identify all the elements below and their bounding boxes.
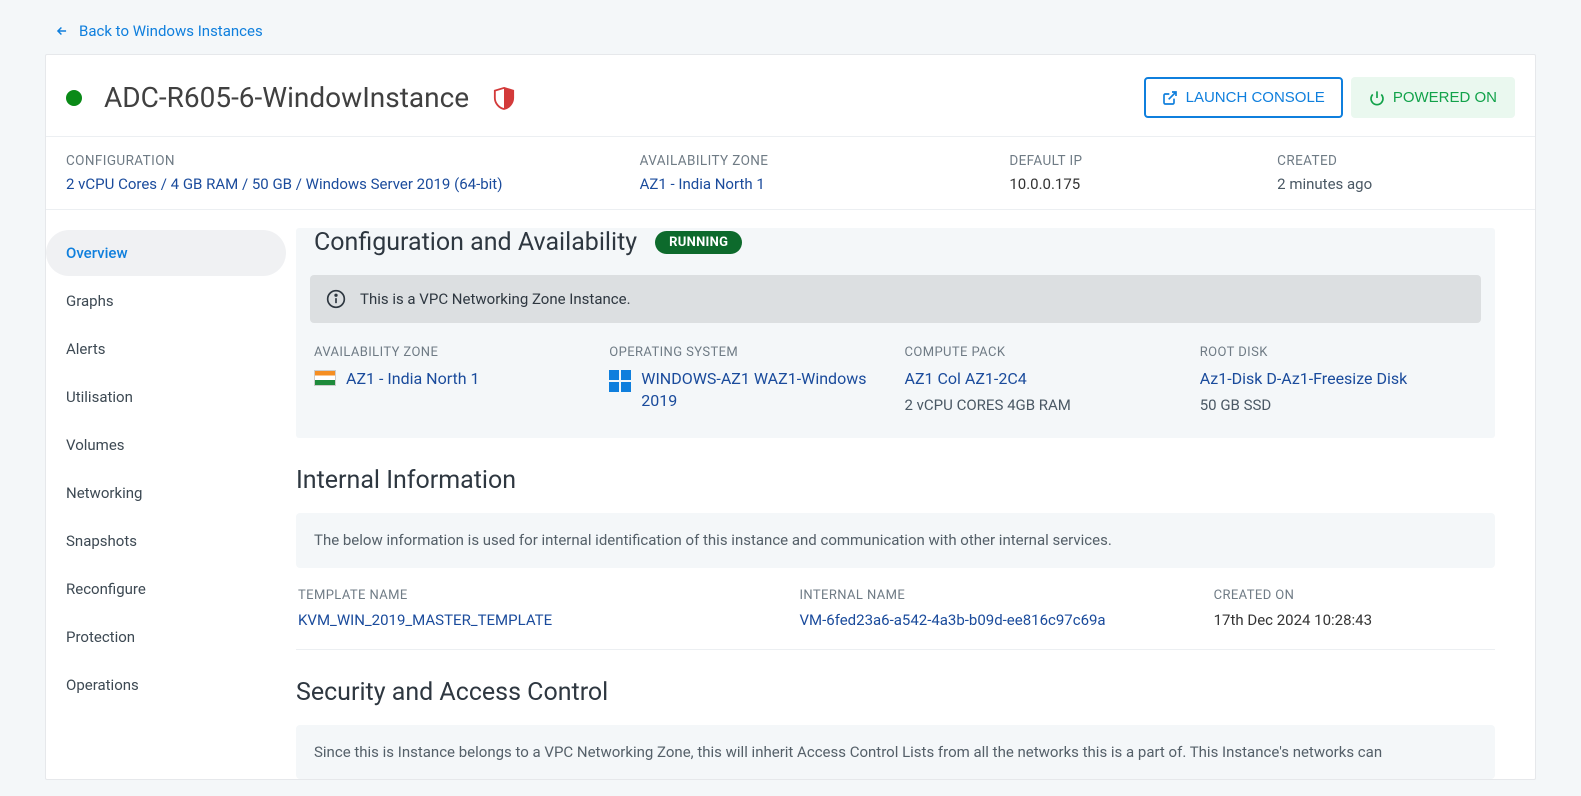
summary-config-label: CONFIGURATION (66, 153, 610, 169)
summary-row: CONFIGURATION 2 vCPU Cores / 4 GB RAM / … (46, 137, 1535, 210)
detail-os-label: OPERATING SYSTEM (609, 345, 886, 360)
sidebar-item-networking[interactable]: Networking (46, 470, 286, 516)
config-panel-title: Configuration and Availability (314, 228, 637, 257)
windows-icon (609, 370, 631, 392)
summary-created-label: CREATED (1277, 153, 1515, 169)
external-link-icon (1162, 90, 1178, 106)
power-status-button[interactable]: POWERED ON (1351, 77, 1515, 118)
sidebar-item-graphs[interactable]: Graphs (46, 278, 286, 324)
instance-title: ADC-R605-6-WindowInstance (104, 81, 469, 114)
summary-ip-value: 10.0.0.175 (1009, 175, 1247, 193)
power-icon (1369, 90, 1385, 106)
shield-icon (493, 86, 515, 110)
detail-disk-label: ROOT DISK (1200, 345, 1477, 360)
sidebar-item-protection[interactable]: Protection (46, 614, 286, 660)
running-badge: RUNNING (655, 231, 742, 254)
sidebar-item-snapshots[interactable]: Snapshots (46, 518, 286, 564)
info-icon (326, 289, 346, 309)
detail-os-value[interactable]: WINDOWS-AZ1 WAZ1-Windows 2019 (641, 368, 886, 413)
sidebar: Overview Graphs Alerts Utilisation Volum… (46, 228, 286, 779)
security-note: Since this is Instance belongs to a VPC … (296, 725, 1495, 780)
arrow-left-icon (55, 24, 69, 38)
detail-pack-label: COMPUTE PACK (905, 345, 1182, 360)
internal-section: Internal Information The below informati… (296, 466, 1495, 650)
vpc-info-bar: This is a VPC Networking Zone Instance. (310, 275, 1481, 323)
back-label: Back to Windows Instances (79, 22, 263, 40)
power-status-label: POWERED ON (1393, 89, 1497, 106)
created-on-label: CREATED ON (1214, 588, 1493, 603)
india-flag-icon (314, 370, 336, 386)
detail-pack-value[interactable]: AZ1 Col AZ1-2C4 (905, 368, 1027, 390)
internal-name-value[interactable]: VM-6fed23a6-a542-4a3b-b09d-ee816c97c69a (799, 611, 1183, 629)
internal-title: Internal Information (296, 466, 1495, 495)
detail-az-label: AVAILABILITY ZONE (314, 345, 591, 360)
summary-created-value: 2 minutes ago (1277, 175, 1515, 193)
back-link[interactable]: Back to Windows Instances (55, 22, 263, 40)
security-title: Security and Access Control (296, 678, 1495, 707)
detail-az-value[interactable]: AZ1 - India North 1 (346, 368, 480, 390)
sidebar-item-operations[interactable]: Operations (46, 662, 286, 708)
launch-console-label: LAUNCH CONSOLE (1186, 89, 1325, 106)
detail-disk-value[interactable]: Az1-Disk D-Az1-Freesize Disk (1200, 368, 1407, 390)
status-dot-icon (66, 90, 82, 106)
sidebar-item-volumes[interactable]: Volumes (46, 422, 286, 468)
config-panel: Configuration and Availability RUNNING T… (296, 228, 1495, 438)
sidebar-item-overview[interactable]: Overview (46, 230, 286, 276)
internal-note: The below information is used for intern… (296, 513, 1495, 568)
vpc-info-text: This is a VPC Networking Zone Instance. (360, 290, 631, 308)
template-label: TEMPLATE NAME (298, 588, 769, 603)
instance-header: ADC-R605-6-WindowInstance LAUNCH CONSOLE… (46, 55, 1535, 137)
summary-az-value[interactable]: AZ1 - India North 1 (640, 175, 980, 193)
internal-name-label: INTERNAL NAME (799, 588, 1183, 603)
template-value[interactable]: KVM_WIN_2019_MASTER_TEMPLATE (298, 611, 769, 629)
sidebar-item-reconfigure[interactable]: Reconfigure (46, 566, 286, 612)
sidebar-item-alerts[interactable]: Alerts (46, 326, 286, 372)
summary-config-value[interactable]: 2 vCPU Cores / 4 GB RAM / 50 GB / Window… (66, 175, 610, 193)
launch-console-button[interactable]: LAUNCH CONSOLE (1144, 77, 1343, 118)
detail-pack-sub: 2 vCPU CORES 4GB RAM (905, 396, 1182, 414)
sidebar-item-utilisation[interactable]: Utilisation (46, 374, 286, 420)
summary-az-label: AVAILABILITY ZONE (640, 153, 980, 169)
summary-ip-label: DEFAULT IP (1009, 153, 1247, 169)
created-on-value: 17th Dec 2024 10:28:43 (1214, 611, 1493, 629)
detail-disk-sub: 50 GB SSD (1200, 396, 1477, 414)
security-section: Security and Access Control Since this i… (296, 678, 1495, 780)
